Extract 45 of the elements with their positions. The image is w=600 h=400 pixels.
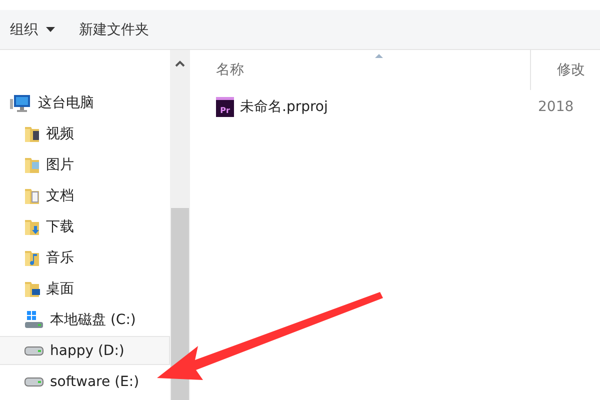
- nav-item[interactable]: 桌面: [0, 274, 170, 303]
- system-drive-icon: [24, 310, 44, 328]
- premiere-file-icon: Pr: [216, 97, 234, 117]
- column-header: 名称: [216, 61, 244, 79]
- nav-item-label: 视频: [46, 124, 74, 142]
- modified-date: 2018: [537, 99, 574, 115]
- drive-icon: [24, 376, 44, 386]
- nav-item[interactable]: 图片: [0, 150, 170, 179]
- caret-icon: [46, 27, 55, 32]
- video-folder-icon: [24, 124, 40, 142]
- nav-item[interactable]: 下载: [0, 212, 170, 241]
- nav-item-label: 下载: [46, 218, 74, 236]
- nav-item[interactable]: 音乐: [0, 243, 170, 272]
- nav-item-label: happy (D:): [50, 342, 124, 358]
- nav-item[interactable]: software (E:): [0, 367, 170, 396]
- drive-icon: [24, 346, 44, 356]
- nav-item[interactable]: 本地磁盘 (C:): [0, 305, 170, 334]
- computer-icon: [10, 94, 32, 112]
- sort-arrow-icon: [374, 53, 384, 59]
- music-folder-icon: [24, 248, 40, 266]
- column-header-cell[interactable]: 修改: [531, 50, 591, 90]
- nav-item[interactable]: 文档: [0, 181, 170, 210]
- scroll-thumb[interactable]: [171, 208, 189, 400]
- organize-menu-button[interactable]: 组织: [8, 18, 57, 40]
- file-name: 未命名.prproj: [240, 98, 328, 116]
- nav-item[interactable]: happy (D:): [0, 336, 170, 365]
- nav-item-label: 这台电脑: [38, 94, 94, 112]
- file-name-cell[interactable]: Pr 未命名.prproj: [190, 97, 530, 117]
- nav-item-label: 文档: [46, 186, 74, 204]
- nav-item-label: 图片: [46, 156, 74, 174]
- column-header: 修改: [557, 61, 585, 79]
- pictures-folder-icon: [24, 156, 40, 174]
- nav-item[interactable]: 视频: [0, 119, 170, 148]
- nav-item-label: 本地磁盘 (C:): [50, 310, 136, 328]
- nav-item-label: 桌面: [46, 280, 74, 298]
- new-folder-button[interactable]: 新建文件夹: [77, 18, 151, 40]
- desktop-folder-icon: [24, 280, 40, 298]
- downloads-folder-icon: [24, 218, 40, 236]
- documents-folder-icon: [24, 186, 40, 204]
- nav-item-label: 音乐: [46, 248, 74, 266]
- nav-item-label: software (E:): [50, 374, 140, 390]
- scrollbar[interactable]: [170, 50, 190, 400]
- scroll-up-icon[interactable]: [175, 60, 185, 68]
- nav-item[interactable]: 这台电脑: [0, 88, 170, 117]
- column-header-cell[interactable]: 名称: [190, 50, 530, 90]
